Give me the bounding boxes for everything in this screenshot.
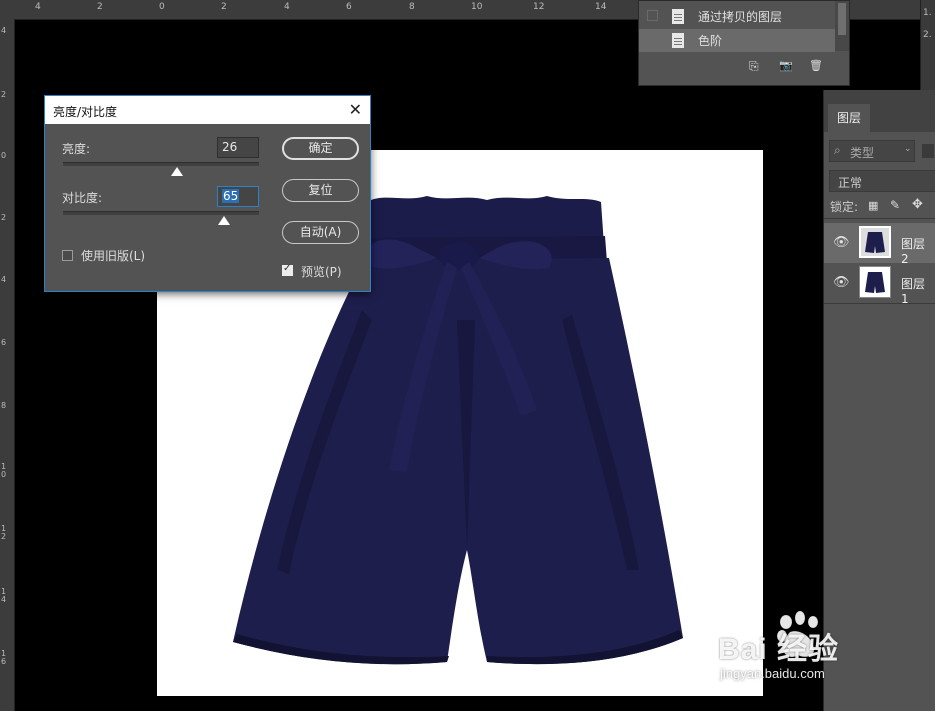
ruler-tick-label: 2 [1,213,7,222]
lock-label: 锁定: [830,200,859,214]
history-item[interactable]: 通过拷贝的图层 [639,5,835,28]
layers-tabbar: 图层 [824,90,935,132]
ruler-tick-label: 1 4 [1,587,7,604]
auto-button[interactable]: 自动(A) [282,221,359,244]
ruler-tick-label: 10 [471,2,483,12]
layer-name: 图层 1 [901,277,926,306]
strip-label: 1. [923,8,932,18]
dialog-titlebar[interactable]: 亮度/对比度 ✕ [45,96,370,124]
ruler-tick-label: 4 [284,2,290,12]
filter-kind-label: 类型 [850,146,875,160]
chevron-down-icon: ⌄ [904,144,912,154]
ruler-tick-label: 1 2 [1,524,7,541]
contrast-input[interactable]: 65 [217,186,259,207]
visibility-eye-icon[interactable]: 👁 [833,275,850,290]
ruler-tick-label: 6 [346,2,352,12]
brightness-slider-track[interactable] [63,162,259,166]
close-icon[interactable]: ✕ [349,100,362,119]
baidu-jingyan-watermark: Bai 经验 jingyan.baidu.com [718,610,886,690]
tab-layers[interactable]: 图层 [828,104,870,132]
layer-thumbnail [859,226,891,258]
history-item-label: 色阶 [698,34,723,48]
vertical-ruler: 4 2 0 2 4 6 8 1 0 1 2 1 4 1 6 [0,19,15,711]
ruler-tick-label: 1 6 [1,649,7,666]
layer-filter-select[interactable]: ⌕ 类型 ⌄ [829,140,915,162]
history-checkbox[interactable] [647,10,658,21]
brightness-input[interactable]: 26 [217,137,259,158]
preview-checkbox[interactable] [282,263,293,276]
blend-mode-label: 正常 [838,176,863,190]
properties-strip: 1. 2. [920,0,935,90]
document-icon [672,9,684,24]
use-legacy-checkbox[interactable] [62,250,73,261]
document-icon [672,33,684,48]
history-checkbox[interactable] [647,34,658,45]
layer-row[interactable]: 👁 图层 1 [824,263,935,306]
ruler-tick-label: 12 [533,2,545,12]
history-item-label: 通过拷贝的图层 [698,10,783,24]
new-document-from-state-icon[interactable]: ⎘ [749,59,759,74]
watermark-url: jingyan.baidu.com [720,666,825,681]
strip-label: 2. [923,30,932,40]
ruler-tick-label: 4 [1,275,7,284]
ruler-tick-label: 14 [595,2,607,12]
visibility-eye-icon[interactable]: 👁 [833,235,850,250]
history-item-selected[interactable]: 色阶 [639,29,835,52]
contrast-label: 对比度: [62,191,103,205]
ruler-tick-label: 1 0 [1,462,7,479]
filter-image-icon[interactable] [922,144,934,158]
layer-thumbnail [859,266,891,298]
contrast-slider-thumb[interactable] [218,216,230,225]
reset-button[interactable]: 复位 [282,179,359,202]
use-legacy-label: 使用旧版(L) [81,249,146,263]
ruler-tick-label: 8 [409,2,415,12]
ruler-tick-label: 0 [1,151,7,160]
preview-label: 预览(P) [301,265,342,279]
ruler-tick-label: 4 [35,2,41,12]
lock-paint-icon[interactable]: ✎ [890,198,900,212]
watermark-logo-text: Bai 经验 [718,633,840,666]
ruler-tick-label: 0 [159,2,165,12]
ruler-tick-label: 4 [1,26,7,35]
contrast-slider-track[interactable] [63,211,259,215]
scrollbar-thumb[interactable] [838,3,846,35]
ruler-tick-label: 6 [1,338,7,347]
contrast-value-selected: 65 [222,189,240,203]
lock-transparent-icon[interactable]: ▦ [868,199,878,212]
ok-button[interactable]: 确定 [282,137,359,160]
ruler-tick-label: 8 [1,401,7,410]
search-icon: ⌕ [834,143,841,157]
layer-row-selected[interactable]: 👁 图层 2 [824,223,935,266]
layer-name: 图层 2 [901,237,926,266]
ruler-tick-label: 2 [1,90,7,99]
lock-move-icon[interactable]: ✥ [912,197,923,212]
brightness-contrast-dialog: 亮度/对比度 ✕ 亮度: 26 对比度: 65 使用旧版(L) 确定 复位 自动… [44,95,371,292]
ruler-tick-label: 2 [97,2,103,12]
blend-mode-select[interactable]: 正常 [829,170,935,192]
ruler-tick-label: 2 [221,2,227,12]
brightness-slider-thumb[interactable] [171,167,183,176]
camera-icon[interactable]: 📷 [779,59,793,72]
brightness-label: 亮度: [62,142,91,156]
trash-icon[interactable]: 🗑 [809,59,823,72]
history-scrollbar[interactable] [835,1,849,51]
dialog-title: 亮度/对比度 [53,105,118,119]
history-panel: 通过拷贝的图层 色阶 ⎘ 📷 🗑 [638,0,850,86]
